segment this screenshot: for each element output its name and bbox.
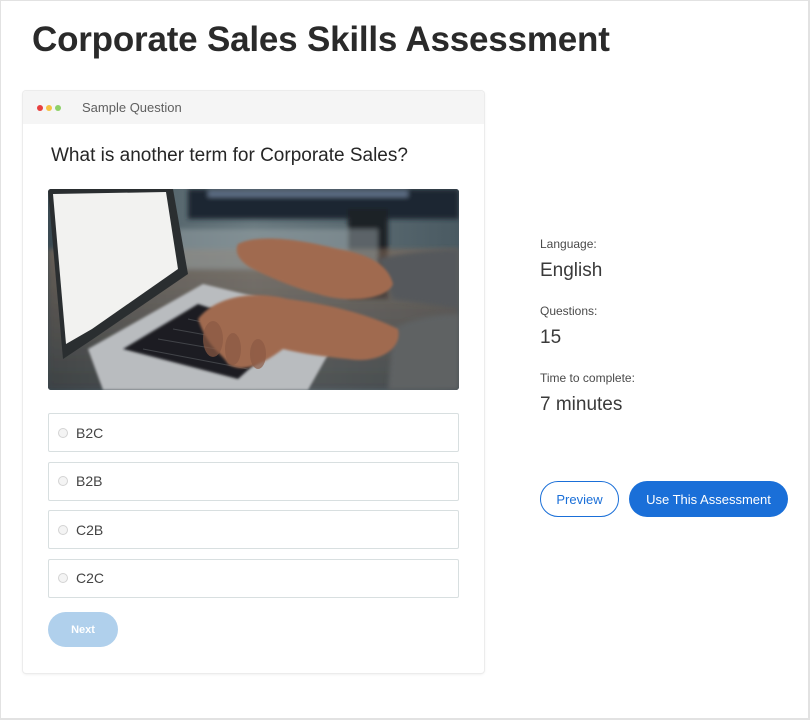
time-label: Time to complete: xyxy=(540,371,635,385)
answer-option-label: C2B xyxy=(76,521,104,538)
page-frame: Corporate Sales Skills Assessment Sample… xyxy=(0,0,810,720)
assessment-info: Language: English Questions: 15 Time to … xyxy=(540,237,635,438)
card-header: Sample Question xyxy=(23,91,484,124)
answer-option[interactable]: C2C xyxy=(48,558,459,598)
radio-button[interactable] xyxy=(58,573,68,583)
answer-option[interactable]: C2B xyxy=(48,510,459,549)
answer-option[interactable]: B2B xyxy=(48,461,459,501)
radio-button[interactable] xyxy=(58,427,68,438)
preview-button[interactable]: Preview xyxy=(540,481,619,517)
laptop-typing-image xyxy=(48,189,459,390)
time-value: 7 minutes xyxy=(540,394,623,415)
red-dot-icon xyxy=(37,104,43,111)
questions-value: 15 xyxy=(540,327,562,348)
sample-question-card: Sample Question What is another term for… xyxy=(23,91,484,673)
language-value: English xyxy=(540,260,603,281)
answer-option-label: C2C xyxy=(76,570,105,586)
answer-options: B2C B2B C2B C2C xyxy=(48,413,459,607)
use-assessment-button[interactable]: Use This Assessment xyxy=(629,481,788,517)
radio-button[interactable] xyxy=(58,476,68,486)
page-title: Corporate Sales Skills Assessment xyxy=(32,20,610,59)
window-dots xyxy=(37,104,61,111)
green-dot-icon xyxy=(55,104,61,111)
next-button[interactable]: Next xyxy=(48,612,118,647)
questions-label: Questions: xyxy=(540,304,598,318)
question-text: What is another term for Corporate Sales… xyxy=(51,145,408,166)
answer-option[interactable]: B2C xyxy=(48,413,459,452)
answer-option-label: B2B xyxy=(76,473,103,489)
card-header-title: Sample Question xyxy=(82,100,182,115)
language-label: Language: xyxy=(540,237,597,251)
action-buttons: Preview Use This Assessment xyxy=(540,481,788,517)
question-image xyxy=(48,189,459,390)
answer-option-label: B2C xyxy=(76,424,104,441)
radio-button[interactable] xyxy=(58,524,68,535)
yellow-dot-icon xyxy=(46,104,52,111)
